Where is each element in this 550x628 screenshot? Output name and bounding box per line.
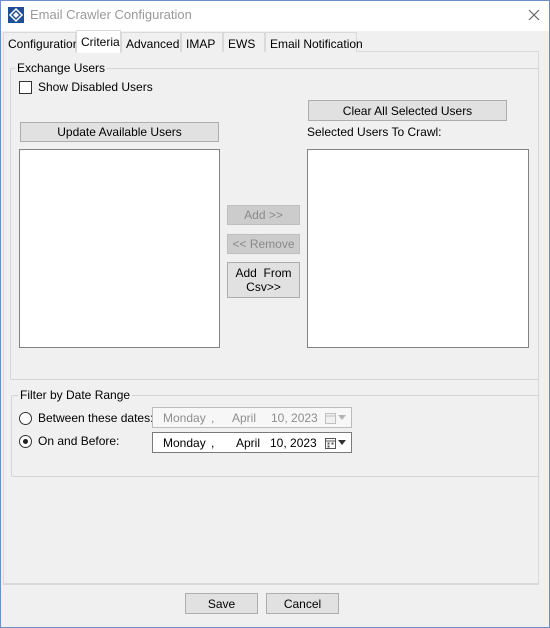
selected-users-list[interactable] xyxy=(307,149,529,348)
tab-ews[interactable]: EWS xyxy=(223,32,265,53)
close-icon[interactable] xyxy=(526,7,542,23)
on-before-date-day-year[interactable]: 10, 2023 xyxy=(270,436,317,450)
radio-selected-dot xyxy=(23,439,28,444)
add-from-csv-line1: Add From xyxy=(235,266,292,280)
selected-users-label: Selected Users To Crawl: xyxy=(307,125,442,139)
tab-advanced[interactable]: Advanced xyxy=(121,32,181,53)
on-before-date-weekday[interactable]: Monday xyxy=(163,436,206,450)
on-before-date-comma: , xyxy=(211,436,215,450)
exchange-users-group-label: Exchange Users xyxy=(15,61,108,75)
window-title: Email Crawler Configuration xyxy=(30,7,192,22)
show-disabled-users-checkbox[interactable] xyxy=(19,81,32,94)
tab-email-notification[interactable]: Email Notification xyxy=(265,32,363,53)
show-disabled-users-label[interactable]: Show Disabled Users xyxy=(38,80,153,94)
between-date-month: April xyxy=(232,411,257,425)
on-and-before-label[interactable]: On and Before: xyxy=(38,434,119,448)
date-filter-group-label: Filter by Date Range xyxy=(18,388,133,402)
update-available-users-button[interactable]: Update Available Users xyxy=(20,122,219,142)
remove-button[interactable]: << Remove xyxy=(227,234,300,254)
on-before-date-picker[interactable]: Monday , April 10, 2023 xyxy=(152,432,352,453)
save-button[interactable]: Save xyxy=(185,593,258,614)
dropdown-arrow-icon[interactable] xyxy=(338,440,346,445)
between-dates-radio[interactable] xyxy=(19,412,32,425)
calendar-icon[interactable] xyxy=(325,437,336,449)
app-diamond-icon xyxy=(8,7,24,23)
between-date-picker: Monday , April 10, 2023 xyxy=(152,407,352,428)
footer-separator xyxy=(3,584,539,585)
add-button[interactable]: Add >> xyxy=(227,205,300,225)
between-date-day-year: 10, 2023 xyxy=(271,411,318,425)
between-date-weekday: Monday xyxy=(163,411,206,425)
clear-all-selected-users-button[interactable]: Clear All Selected Users xyxy=(308,100,507,121)
tab-criteria[interactable]: Criteria xyxy=(76,30,121,53)
between-date-comma: , xyxy=(211,411,215,425)
tab-configuration[interactable]: Configuration xyxy=(3,32,79,53)
on-before-date-month[interactable]: April xyxy=(236,436,260,450)
between-dates-label[interactable]: Between these dates: xyxy=(38,411,153,425)
cancel-button[interactable]: Cancel xyxy=(266,593,339,614)
add-from-csv-button[interactable]: Add From Csv>> xyxy=(227,262,300,298)
add-from-csv-line2: Csv>> xyxy=(246,280,281,294)
calendar-icon xyxy=(325,413,336,424)
available-users-list[interactable] xyxy=(19,149,220,348)
dropdown-arrow-icon xyxy=(338,415,346,420)
tab-imap[interactable]: IMAP xyxy=(181,32,223,53)
on-and-before-radio[interactable] xyxy=(19,435,32,448)
